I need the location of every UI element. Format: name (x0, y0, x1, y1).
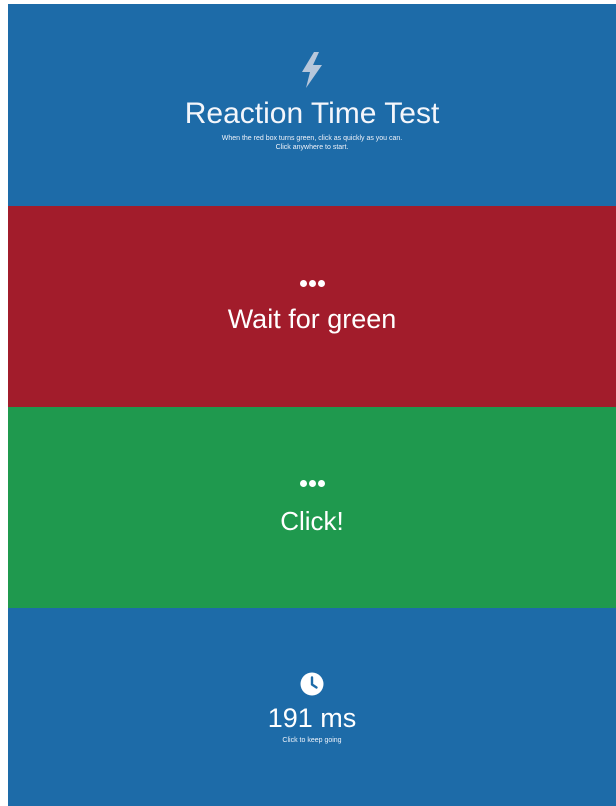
result-panel[interactable]: 191 ms Click to keep going (8, 608, 616, 806)
ellipsis-icon (299, 278, 325, 288)
wait-panel[interactable]: Wait for green (8, 206, 616, 407)
click-label: Click! (280, 505, 344, 536)
clock-icon (300, 672, 324, 695)
page-title: Reaction Time Test (184, 96, 440, 130)
reaction-time-result: 191 ms (267, 702, 357, 733)
reaction-test-frame: Reaction Time Test When the red box turn… (8, 4, 616, 806)
lightning-bolt-icon (302, 51, 322, 88)
keep-going-hint: Click to keep going (282, 736, 342, 744)
go-panel[interactable]: Click! (8, 407, 616, 608)
instructions-line-2: Click anywhere to start. (275, 143, 349, 151)
ellipsis-icon (299, 479, 325, 489)
intro-panel[interactable]: Reaction Time Test When the red box turn… (8, 4, 616, 206)
wait-label: Wait for green (227, 304, 397, 334)
instructions-line-1: When the red box turns green, click as q… (221, 134, 403, 142)
